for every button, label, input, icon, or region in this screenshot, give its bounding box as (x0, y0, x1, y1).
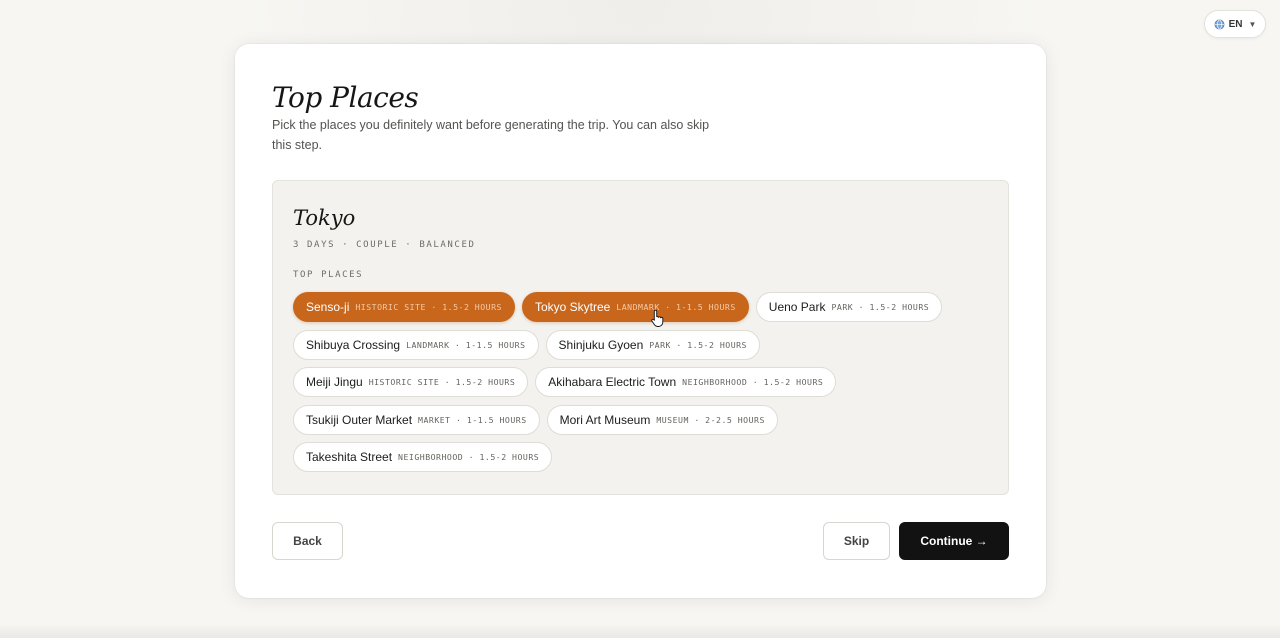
trip-meta: 3 DAYS · COUPLE · BALANCED (293, 240, 476, 250)
place-info: MUSEUM · 2-2.5 HOURS (656, 414, 765, 425)
place-name: Shibuya Crossing (306, 337, 401, 352)
chip-row: Senso-ji HISTORIC SITE · 1.5-2 HOURS Tok… (293, 292, 993, 322)
place-name: Meiji Jingu (306, 375, 363, 389)
place-chip[interactable]: Meiji Jingu HISTORIC SITE · 1.5-2 HOURS (293, 367, 529, 397)
caret-down-icon: ▼ (1248, 19, 1257, 29)
place-chip[interactable]: Shibuya Crossing LANDMARK · 1-1.5 HOURS (293, 329, 539, 360)
place-name: Tsukiji Outer Market (306, 412, 413, 427)
place-chip[interactable]: Mori Art Museum MUSEUM · 2-2.5 HOURS (546, 404, 778, 435)
place-chip[interactable]: Tokyo Skytree LANDMARK · 1-1.5 HOURS (521, 292, 749, 322)
chip-row: Takeshita Street NEIGHBORHOOD · 1.5-2 HO… (293, 442, 993, 472)
chip-row: Meiji Jingu HISTORIC SITE · 1.5-2 HOURS … (293, 367, 993, 397)
place-chip[interactable]: Ueno Park PARK · 1.5-2 HOURS (755, 292, 943, 322)
place-chip-list: Senso-ji HISTORIC SITE · 1.5-2 HOURS Tok… (293, 292, 993, 480)
page-title: Top Places (272, 81, 419, 114)
globe-icon (1214, 19, 1225, 30)
place-info: LANDMARK · 1-1.5 HOURS (616, 302, 736, 312)
destination-panel: Tokyo 3 DAYS · COUPLE · BALANCED TOP PLA… (272, 180, 1009, 495)
place-info: HISTORIC SITE · 1.5-2 HOURS (368, 377, 516, 387)
place-chip[interactable]: Senso-ji HISTORIC SITE · 1.5-2 HOURS (293, 292, 515, 322)
bottom-fade (0, 624, 1280, 638)
place-name: Ueno Park (768, 300, 826, 314)
chip-row: Tsukiji Outer Market MARKET · 1-1.5 HOUR… (293, 404, 993, 435)
back-button[interactable]: Back (272, 522, 343, 560)
language-selector[interactable]: EN ▼ (1204, 10, 1266, 38)
language-label: EN (1228, 18, 1243, 30)
place-info: PARK · 1.5-2 HOURS (649, 339, 747, 350)
place-info: NEIGHBORHOOD · 1.5-2 HOURS (682, 377, 824, 387)
city-name: Tokyo (293, 206, 356, 230)
place-chip[interactable]: Takeshita Street NEIGHBORHOOD · 1.5-2 HO… (293, 442, 553, 472)
skip-button[interactable]: Skip (823, 522, 890, 560)
place-info: HISTORIC SITE · 1.5-2 HOURS (355, 302, 502, 312)
place-name: Shinjuku Gyoen (558, 337, 644, 352)
place-info: NEIGHBORHOOD · 1.5-2 HOURS (398, 452, 540, 462)
section-label: TOP PLACES (293, 270, 364, 280)
page: EN ▼ Top Places Pick the places you defi… (0, 0, 1280, 638)
place-chip[interactable]: Shinjuku Gyoen PARK · 1.5-2 HOURS (545, 329, 760, 360)
place-info: MARKET · 1-1.5 HOURS (418, 414, 527, 425)
place-name: Senso-ji (306, 300, 350, 314)
place-name: Tokyo Skytree (534, 300, 611, 314)
place-name: Takeshita Street (306, 450, 393, 464)
continue-button[interactable]: Continue → (899, 522, 1009, 560)
place-info: LANDMARK · 1-1.5 HOURS (406, 339, 526, 350)
place-info: PARK · 1.5-2 HOURS (831, 302, 930, 312)
page-subtitle: Pick the places you definitely want befo… (272, 118, 710, 152)
place-name: Akihabara Electric Town (548, 375, 677, 389)
place-name: Mori Art Museum (559, 412, 651, 427)
chip-row: Shibuya Crossing LANDMARK · 1-1.5 HOURS … (293, 329, 993, 360)
top-places-card: Top Places Pick the places you definitel… (235, 44, 1046, 598)
place-chip[interactable]: Akihabara Electric Town NEIGHBORHOOD · 1… (535, 367, 837, 397)
place-chip[interactable]: Tsukiji Outer Market MARKET · 1-1.5 HOUR… (293, 404, 540, 435)
